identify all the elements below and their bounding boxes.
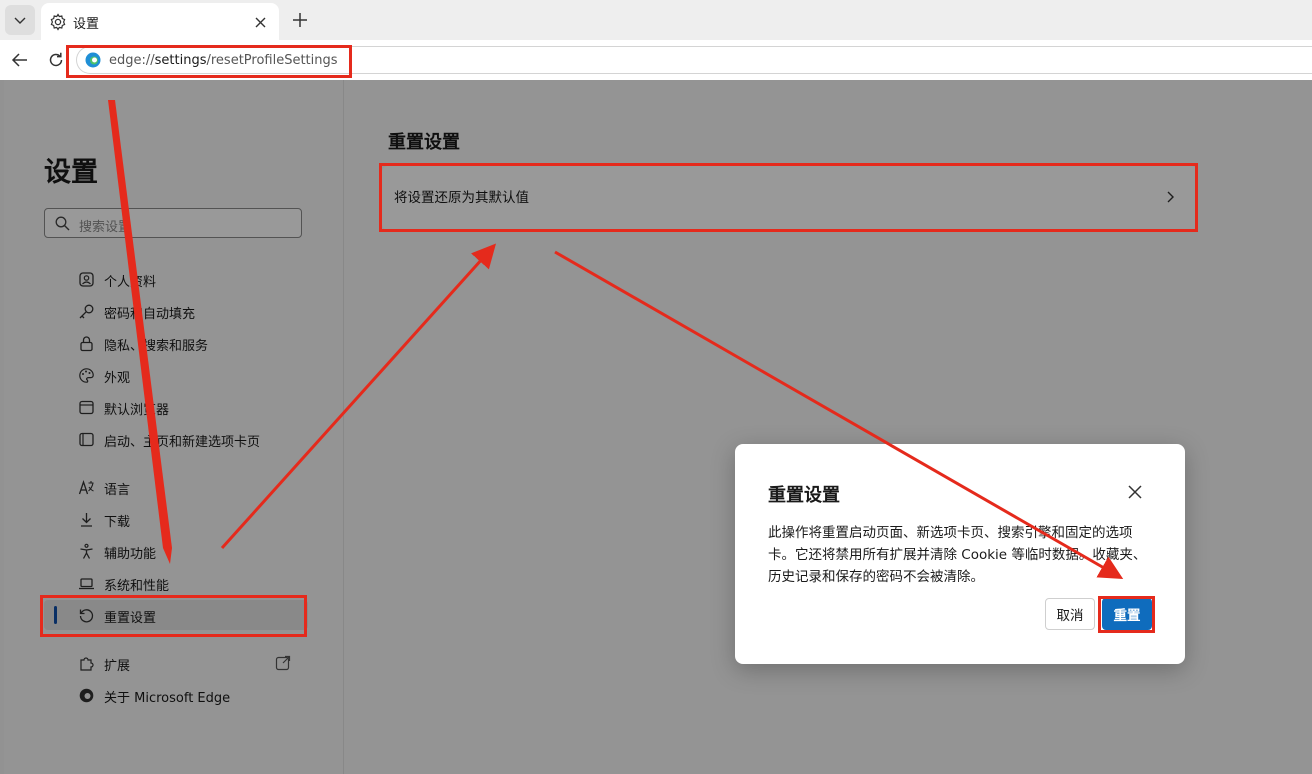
annotation-box-sidebar-reset bbox=[40, 595, 307, 637]
dialog-body: 此操作将重置启动页面、新选项卡页、搜索引擎和固定的选项卡。它还将禁用所有扩展并清… bbox=[768, 525, 1147, 585]
new-tab-button[interactable] bbox=[288, 8, 312, 32]
close-icon[interactable] bbox=[1127, 484, 1143, 500]
refresh-button[interactable] bbox=[44, 48, 68, 72]
cancel-button[interactable]: 取消 bbox=[1045, 598, 1095, 630]
close-icon bbox=[255, 17, 265, 27]
back-arrow-icon bbox=[11, 53, 27, 67]
annotation-box-reset-button bbox=[1098, 596, 1155, 633]
tab-actions-menu-button[interactable] bbox=[5, 5, 35, 35]
annotation-box-restore-row bbox=[379, 163, 1198, 232]
refresh-icon bbox=[49, 52, 63, 67]
tab-strip: 设置 bbox=[0, 0, 1312, 40]
back-button[interactable] bbox=[8, 48, 32, 72]
tab-settings[interactable]: 设置 bbox=[41, 3, 279, 40]
plus-icon bbox=[293, 13, 307, 27]
gear-icon bbox=[50, 13, 66, 31]
annotation-box-address bbox=[66, 45, 352, 78]
tab-close-button[interactable] bbox=[249, 11, 271, 33]
dialog-title: 重置设置 bbox=[768, 485, 840, 506]
chevron-down-icon bbox=[14, 17, 26, 24]
tab-title: 设置 bbox=[73, 17, 100, 32]
